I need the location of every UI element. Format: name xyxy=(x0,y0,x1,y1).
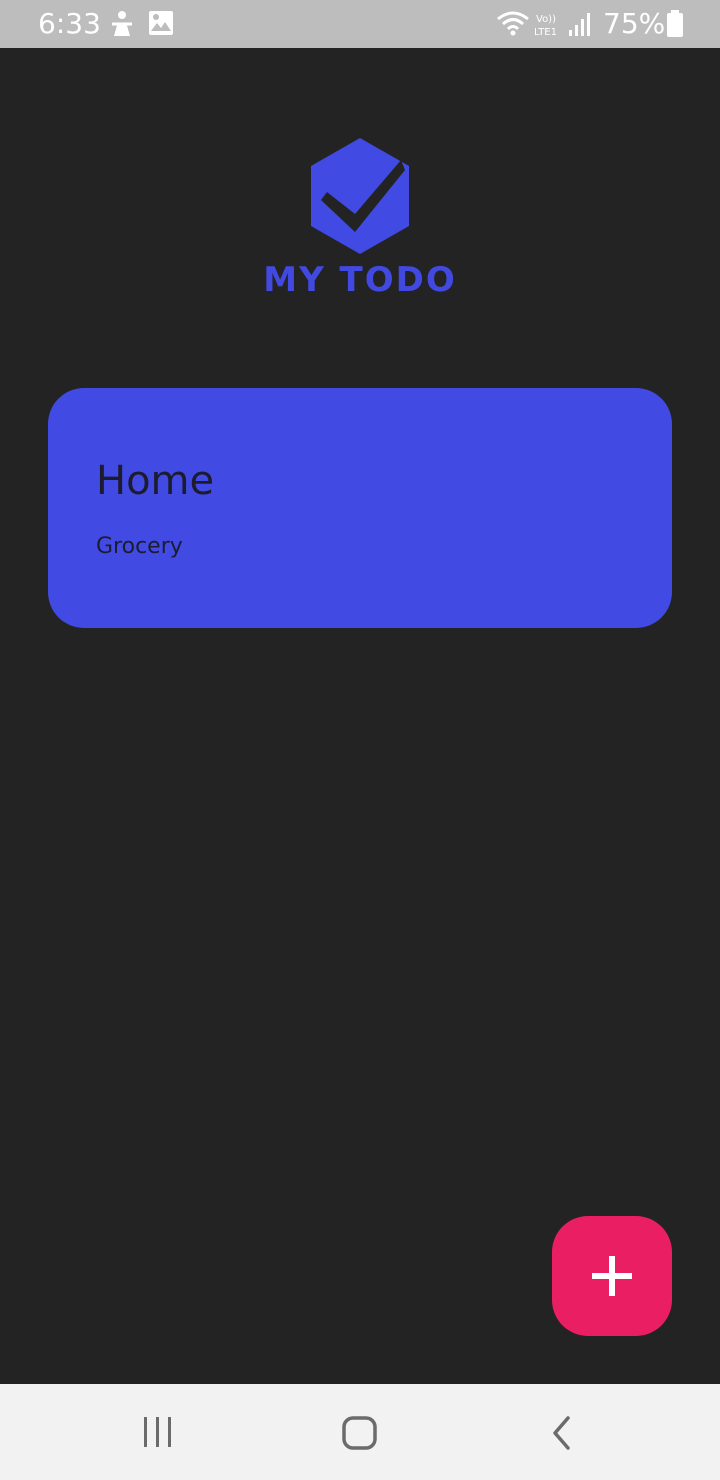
svg-text:Vo)): Vo)) xyxy=(536,14,556,25)
wifi-icon xyxy=(496,10,530,41)
recent-apps-icon xyxy=(144,1417,171,1447)
system-nav-bar xyxy=(0,1384,720,1480)
accessibility-icon xyxy=(110,10,134,43)
app-logo: MY TODO xyxy=(255,136,465,306)
back-button[interactable] xyxy=(502,1384,622,1480)
volte-icon: Vo)) LTE1 xyxy=(534,12,566,43)
add-list-button[interactable] xyxy=(552,1216,672,1336)
back-icon xyxy=(553,1416,570,1450)
svg-text:LTE1: LTE1 xyxy=(534,27,557,38)
home-icon xyxy=(342,1416,377,1450)
status-time: 6:33 xyxy=(38,7,101,40)
logo-text: MY TODO xyxy=(263,260,457,300)
plus-icon xyxy=(592,1256,632,1296)
recent-apps-button[interactable] xyxy=(98,1384,218,1480)
image-icon xyxy=(148,10,174,41)
app-screen: 6:33 Vo)) LTE1 75% MY TODO Home Grocery xyxy=(0,0,720,1480)
status-bar: 6:33 Vo)) LTE1 75% xyxy=(0,0,720,48)
card-title: Home xyxy=(96,458,215,504)
home-button[interactable] xyxy=(300,1384,420,1480)
signal-icon xyxy=(568,12,592,43)
todo-list-card[interactable]: Home Grocery xyxy=(48,388,672,628)
card-subtitle: Grocery xyxy=(96,534,183,559)
battery-icon xyxy=(666,10,684,43)
logo-checkmark-icon xyxy=(311,138,409,254)
battery-percent: 75% xyxy=(603,7,666,40)
